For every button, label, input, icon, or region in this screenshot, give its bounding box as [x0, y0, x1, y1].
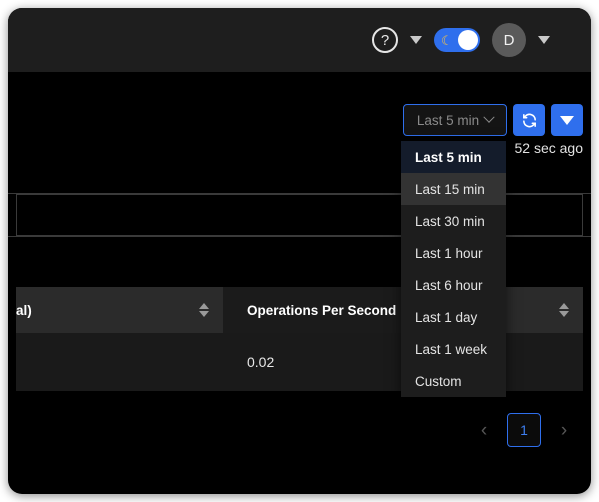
chevron-down-icon — [483, 111, 495, 123]
sort-asc-icon — [559, 303, 569, 309]
dropdown-item-custom[interactable]: Custom — [401, 365, 506, 397]
topbar-actions: ? ☾ D — [372, 23, 550, 57]
sort-desc-icon — [199, 311, 209, 317]
sort-desc-icon — [559, 311, 569, 317]
sort-asc-icon — [199, 303, 209, 309]
avatar[interactable]: D — [492, 23, 526, 57]
last-updated-text: 52 sec ago — [514, 140, 584, 156]
page-number-button-1[interactable]: 1 — [507, 413, 541, 447]
refresh-icon — [522, 113, 536, 127]
time-range-select[interactable]: Last 5 min — [403, 104, 507, 136]
time-range-toolbar: Last 5 min — [403, 104, 583, 136]
toggle-knob — [458, 30, 478, 50]
chevron-left-icon[interactable]: ‹ — [475, 421, 493, 440]
time-range-dropdown-menu: Last 5 min Last 15 min Last 30 min Last 1 h… — [401, 141, 506, 397]
sort-icon[interactable] — [199, 303, 209, 317]
chevron-right-icon[interactable]: › — [555, 421, 573, 440]
moon-icon: ☾ — [441, 32, 453, 48]
top-navigation-bar: ? ☾ D — [8, 8, 591, 72]
sort-icon[interactable] — [559, 303, 569, 317]
dark-mode-toggle[interactable]: ☾ — [434, 28, 480, 52]
dropdown-item-last-5-min[interactable]: Last 5 min — [401, 141, 506, 173]
avatar-chevron-down-icon[interactable] — [538, 36, 550, 44]
table-header-label-2: Operations Per Second — [247, 302, 397, 318]
pagination: ‹ 1 › — [475, 413, 573, 447]
dropdown-item-last-6-hour[interactable]: Last 6 hour — [401, 269, 506, 301]
help-circle-icon[interactable]: ? — [372, 27, 398, 53]
help-chevron-down-icon[interactable] — [410, 36, 422, 44]
app-window: ? ☾ D Last 5 min 52 sec ago al) Operatio… — [8, 8, 591, 494]
dropdown-item-last-1-hour[interactable]: Last 1 hour — [401, 237, 506, 269]
dropdown-item-last-1-week[interactable]: Last 1 week — [401, 333, 506, 365]
dropdown-item-last-30-min[interactable]: Last 30 min — [401, 205, 506, 237]
dropdown-item-last-1-day[interactable]: Last 1 day — [401, 301, 506, 333]
table-header-cell-operations-per-second[interactable]: Operations Per Second — [223, 287, 415, 333]
dropdown-item-last-15-min[interactable]: Last 15 min — [401, 173, 506, 205]
refresh-button[interactable] — [513, 104, 545, 136]
table-header-label-1: al) — [16, 302, 32, 318]
caret-down-icon — [560, 115, 574, 125]
refresh-interval-dropdown-button[interactable] — [551, 104, 583, 136]
table-cell-operations-per-second: 0.02 — [247, 354, 275, 370]
table-header-cell-1[interactable]: al) — [16, 287, 223, 333]
time-range-value: Last 5 min — [416, 112, 480, 128]
